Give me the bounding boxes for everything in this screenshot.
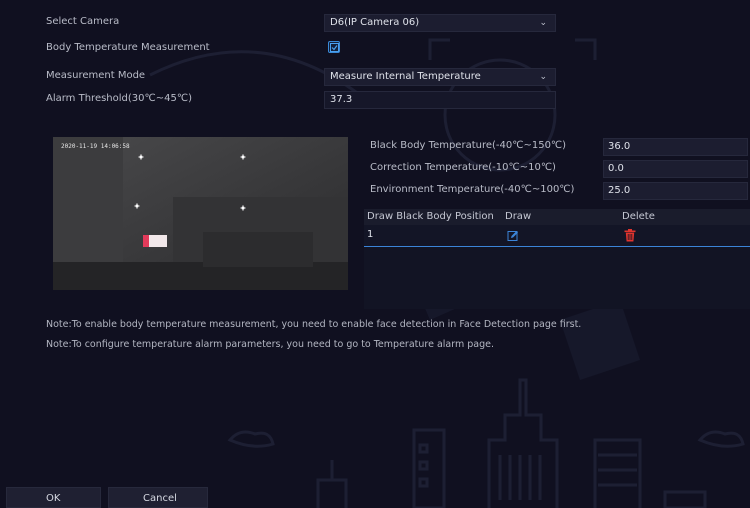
alarm-threshold-label: Alarm Threshold(30℃~45℃) [46,93,192,104]
alarm-threshold-value: 37.3 [330,94,353,105]
preview-timestamp: 2020-11-19 14:06:58 [61,143,130,150]
table-header: Draw Black Body Position Draw Delete [364,209,750,225]
black-body-temperature-input[interactable]: 36.0 [603,138,748,156]
correction-temperature-input[interactable]: 0.0 [603,160,748,178]
note-face-detection: Note:To enable body temperature measurem… [46,319,582,330]
row-position: 1 [367,229,374,240]
black-body-table: Draw Black Body Position Draw Delete 1 [364,209,750,309]
table-empty-area [364,247,750,309]
environment-temperature-value: 25.0 [608,185,631,196]
cancel-button[interactable]: Cancel [108,487,208,508]
preview-image [53,137,348,290]
cancel-button-label: Cancel [143,493,177,504]
select-camera-dropdown[interactable]: D6(IP Camera 06) ⌄ [324,14,556,32]
select-camera-value: D6(IP Camera 06) [330,17,420,28]
trash-icon[interactable] [624,229,636,245]
select-camera-label: Select Camera [46,16,120,27]
table-row[interactable]: 1 [364,225,750,247]
environment-temperature-input[interactable]: 25.0 [603,182,748,200]
black-body-temperature-value: 36.0 [608,141,631,152]
measurement-mode-value: Measure Internal Temperature [330,71,481,82]
column-header-delete: Delete [622,211,655,222]
correction-temperature-label: Correction Temperature(-10℃~10℃) [370,162,556,173]
ok-button[interactable]: OK [6,487,101,508]
chevron-down-icon: ⌄ [539,18,547,28]
note-temperature-alarm: Note:To configure temperature alarm para… [46,339,494,350]
measurement-mode-label: Measurement Mode [46,70,146,81]
correction-temperature-value: 0.0 [608,163,624,174]
checkmark-icon [330,43,339,52]
environment-temperature-label: Environment Temperature(-40℃~100℃) [370,184,575,195]
camera-preview[interactable]: 2020-11-19 14:06:58 [53,137,348,290]
black-body-temperature-label: Black Body Temperature(-40℃~150℃) [370,140,567,151]
ok-button-label: OK [46,493,61,504]
edit-icon[interactable] [507,230,519,245]
column-header-position: Draw Black Body Position [367,211,494,222]
column-header-draw: Draw [505,211,532,222]
measurement-mode-dropdown[interactable]: Measure Internal Temperature ⌄ [324,68,556,86]
body-temperature-label: Body Temperature Measurement [46,42,210,53]
body-temperature-checkbox[interactable] [328,41,340,53]
alarm-threshold-input[interactable]: 37.3 [324,91,556,109]
chevron-down-icon: ⌄ [539,72,547,82]
